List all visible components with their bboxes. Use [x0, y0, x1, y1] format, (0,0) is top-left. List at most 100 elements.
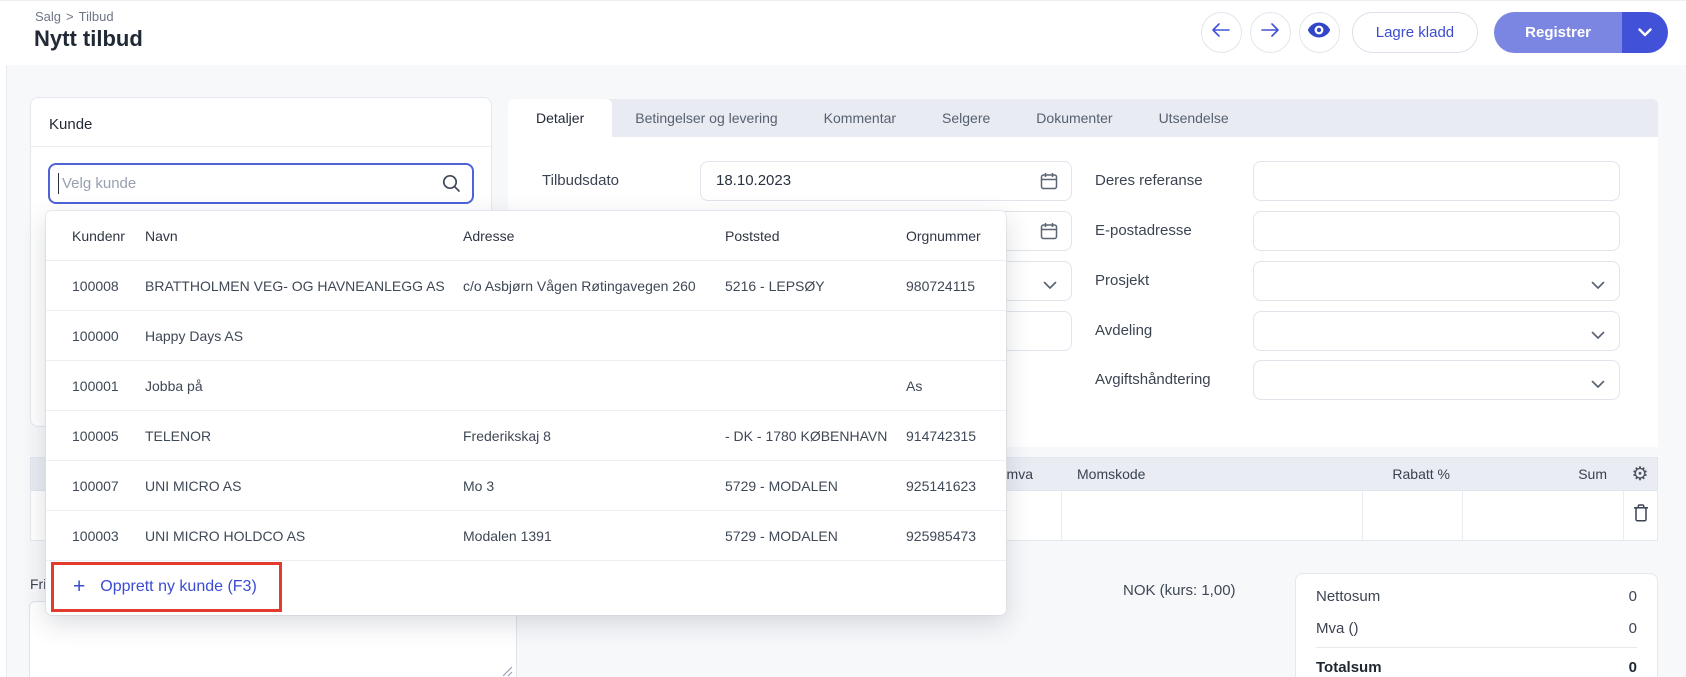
- arrow-right-icon: [1260, 22, 1280, 43]
- fritekst-label: Fri: [30, 576, 47, 592]
- breadcrumb-tilbud[interactable]: Tilbud: [79, 9, 114, 24]
- header-adresse: Adresse: [463, 227, 515, 244]
- customer-dropdown: Kundenr Navn Adresse Poststed Orgnummer …: [46, 211, 1006, 615]
- cell-sum[interactable]: [1462, 491, 1623, 540]
- tilbudsdato-label: Tilbudsdato: [542, 172, 619, 189]
- register-dropdown-button[interactable]: [1622, 12, 1668, 53]
- cell-kundenr: 100000: [72, 327, 119, 344]
- back-button[interactable]: [1200, 12, 1242, 53]
- avgiftshandtering-label: Avgiftshåndtering: [1095, 371, 1211, 388]
- cell-navn: Jobba på: [145, 377, 203, 394]
- arrow-left-icon: [1211, 22, 1231, 43]
- tab-utsendelse[interactable]: Utsendelse: [1136, 99, 1252, 137]
- breadcrumb-salg[interactable]: Salg: [35, 9, 61, 24]
- avgiftshandtering-select[interactable]: [1253, 360, 1620, 400]
- customer-row-100001[interactable]: 100001 Jobba på As: [46, 361, 1006, 411]
- cell-poststed: 5729 - MODALEN: [725, 527, 838, 544]
- totalsum-value: 0: [1628, 658, 1637, 676]
- avdeling-select[interactable]: [1253, 311, 1620, 351]
- deres-referanse-input[interactable]: [1253, 161, 1620, 201]
- tab-selgere[interactable]: Selgere: [919, 99, 1013, 137]
- col-settings[interactable]: ⚙: [1623, 458, 1657, 490]
- customer-row-100007[interactable]: 100007 UNI MICRO AS Mo 3 5729 - MODALEN …: [46, 461, 1006, 511]
- tab-detaljer[interactable]: Detaljer: [508, 99, 613, 137]
- calendar-icon[interactable]: [1040, 222, 1058, 245]
- cell-momskode[interactable]: [1061, 491, 1362, 540]
- cell-navn: TELENOR: [145, 427, 212, 444]
- prosjekt-select[interactable]: [1253, 261, 1620, 301]
- page: Salg > Tilbud Nytt tilbud Lagre kladd Re…: [0, 0, 1686, 677]
- tab-label: Kommentar: [823, 110, 897, 126]
- cell-adresse: Frederikskaj 8: [463, 427, 551, 444]
- nettosum-value: 0: [1628, 587, 1637, 605]
- header-poststed: Poststed: [725, 227, 780, 244]
- prosjekt-label: Prosjekt: [1095, 272, 1150, 289]
- forward-button[interactable]: [1249, 12, 1291, 53]
- cell-navn: Happy Days AS: [145, 327, 244, 344]
- cell-kundenr: 100007: [72, 477, 119, 494]
- tab-label: Selgere: [942, 110, 991, 126]
- mva-value: 0: [1628, 619, 1637, 637]
- customer-dropdown-header: Kundenr Navn Adresse Poststed Orgnummer: [46, 211, 1006, 261]
- totals-card: Nettosum 0 Mva () 0 Totalsum 0: [1295, 573, 1658, 677]
- resize-handle-icon[interactable]: [502, 664, 513, 677]
- header-navn: Navn: [145, 227, 178, 244]
- cell-orgnummer: 925141623: [906, 477, 977, 494]
- cell-poststed: 5216 - LEPSØY: [725, 277, 825, 294]
- kunde-panel-title: Kunde: [49, 116, 93, 133]
- col-sum[interactable]: Sum: [1462, 458, 1623, 490]
- cell-navn: BRATTHOLMEN VEG- OG HAVNEANLEGG AS: [145, 277, 445, 294]
- col-momskode[interactable]: Momskode: [1061, 458, 1362, 490]
- totalsum-row: Totalsum 0: [1316, 651, 1637, 677]
- tab-label: Dokumenter: [1036, 110, 1113, 126]
- nettosum-row: Nettosum 0: [1316, 580, 1637, 612]
- breadcrumb: Salg > Tilbud: [35, 9, 114, 24]
- tab-kommentar[interactable]: Kommentar: [801, 99, 919, 137]
- save-draft-button[interactable]: Lagre kladd: [1351, 12, 1479, 53]
- create-new-customer-label: Opprett ny kunde (F3): [100, 578, 257, 595]
- mva-row: Mva () 0: [1316, 612, 1637, 644]
- preview-button[interactable]: [1298, 12, 1340, 53]
- tilbudsdato-field[interactable]: 18.10.2023: [700, 161, 1072, 201]
- create-new-customer-button[interactable]: + Opprett ny kunde (F3): [46, 561, 1006, 613]
- customer-row-100000[interactable]: 100000 Happy Days AS: [46, 311, 1006, 361]
- col-rabatt[interactable]: Rabatt %: [1362, 458, 1462, 490]
- left-edge-divider: [6, 9, 7, 677]
- text-cursor: [58, 173, 59, 194]
- page-title: Nytt tilbud: [34, 26, 143, 51]
- cell-orgnummer: As: [906, 377, 923, 394]
- cell-adresse: Mo 3: [463, 477, 495, 494]
- tab-betingelser-og-levering[interactable]: Betingelser og levering: [612, 99, 800, 137]
- calendar-icon[interactable]: [1040, 172, 1058, 195]
- tab-dokumenter[interactable]: Dokumenter: [1013, 99, 1135, 137]
- deres-referanse-label: Deres referanse: [1095, 172, 1203, 189]
- currency-label: NOK (kurs: 1,00): [1123, 582, 1236, 599]
- cell-orgnummer: 914742315: [906, 427, 977, 444]
- search-icon: [442, 174, 461, 198]
- gear-icon[interactable]: ⚙: [1631, 465, 1648, 484]
- customer-row-100008[interactable]: 100008 BRATTHOLMEN VEG- OG HAVNEANLEGG A…: [46, 261, 1006, 311]
- customer-row-100003[interactable]: 100003 UNI MICRO HOLDCO AS Modalen 1391 …: [46, 511, 1006, 561]
- totalsum-label: Totalsum: [1316, 658, 1382, 676]
- chevron-down-icon: [1591, 376, 1605, 394]
- cell-navn: UNI MICRO AS: [145, 477, 242, 494]
- cell-rabatt[interactable]: [1362, 491, 1462, 540]
- avdeling-label: Avdeling: [1095, 322, 1153, 339]
- mva-label: Mva (): [1316, 619, 1359, 637]
- breadcrumb-separator: >: [66, 9, 74, 24]
- customer-row-100005[interactable]: 100005 TELENOR Frederikskaj 8 - DK - 178…: [46, 411, 1006, 461]
- cell-kundenr: 100008: [72, 277, 119, 294]
- divider: [31, 146, 491, 147]
- tab-label: Detaljer: [536, 110, 585, 126]
- trash-icon[interactable]: [1633, 504, 1649, 527]
- cell-adresse: c/o Asbjørn Vågen Røtingavegen 260: [463, 277, 696, 294]
- tilbudsdato-value: 18.10.2023: [716, 172, 792, 189]
- customer-search: [48, 163, 474, 204]
- register-button[interactable]: Registrer: [1494, 12, 1622, 53]
- epostadresse-input[interactable]: [1253, 211, 1620, 251]
- cell-kundenr: 100001: [72, 377, 119, 394]
- customer-search-input[interactable]: [48, 163, 474, 204]
- chevron-down-icon: [1043, 277, 1057, 295]
- nettosum-label: Nettosum: [1316, 587, 1381, 605]
- cell-delete[interactable]: [1623, 491, 1657, 540]
